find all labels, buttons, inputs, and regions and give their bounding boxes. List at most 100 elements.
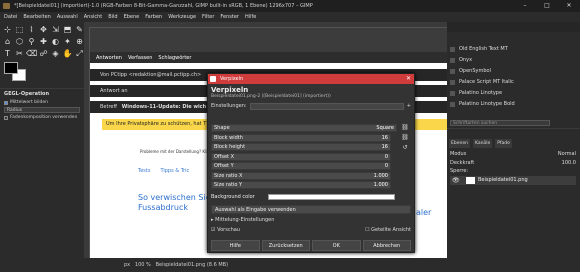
- lock-row: Sperre:: [450, 168, 469, 174]
- size-ratio-x-field[interactable]: Size ratio X 1.000: [211, 172, 391, 180]
- cancel-button[interactable]: Abbrechen: [362, 240, 411, 251]
- ok-button[interactable]: OK: [312, 240, 361, 251]
- presets-select[interactable]: [249, 102, 404, 110]
- crosshair-tool-icon[interactable]: ⊹: [2, 24, 13, 35]
- font-icon: [450, 58, 455, 63]
- layer-item[interactable]: 👁 Beispieldatei01.png: [450, 176, 576, 185]
- radius-slider[interactable]: Radius: [4, 107, 80, 113]
- tool-options-title: GEGL-Operation: [4, 91, 50, 97]
- font-item[interactable]: OpenSymbol: [447, 66, 580, 77]
- warp-icon[interactable]: ⌂: [2, 36, 13, 47]
- tool-options-panel: GEGL-Operation Mittelwert bilden Radius …: [0, 88, 84, 272]
- window-controls: – □ ✕: [514, 0, 580, 12]
- chain-icon[interactable]: ⛓: [401, 134, 409, 141]
- size-ratio-y-field[interactable]: Size ratio Y 1.000: [211, 181, 391, 189]
- reset-button[interactable]: Zurücksetzen: [261, 240, 310, 251]
- help-button[interactable]: Hilfe: [211, 240, 260, 251]
- dock-tabs: [447, 22, 580, 32]
- menu-fenster[interactable]: Fenster: [220, 12, 239, 22]
- dialog-close-button[interactable]: ✕: [406, 74, 411, 84]
- checkbox-icon[interactable]: [4, 115, 8, 120]
- rect-select-icon[interactable]: ⬚: [14, 24, 25, 35]
- lasso-icon[interactable]: ⌇: [26, 24, 37, 35]
- fonts-panel: Old English Text MT Onyx OpenSymbol Pala…: [447, 22, 580, 118]
- eye-icon[interactable]: 👁: [452, 176, 460, 185]
- font-item[interactable]: Palatino Linotype Bold: [447, 99, 580, 110]
- display-problem-text: Probleme mit der Darstellung? Klicken: [140, 149, 217, 154]
- font-icon: [450, 47, 455, 52]
- tab-paths[interactable]: Pfade: [495, 139, 512, 148]
- foreground-select-icon[interactable]: ⬡: [14, 36, 25, 47]
- menu-farben[interactable]: Farben: [145, 12, 162, 22]
- foreground-color[interactable]: [4, 62, 18, 74]
- color-picker-icon[interactable]: ◈: [50, 48, 61, 59]
- move-icon[interactable]: ✥: [38, 24, 49, 35]
- menu-hilfe[interactable]: Hilfe: [245, 12, 256, 22]
- font-item[interactable]: Palace Script MT Italic: [447, 77, 580, 88]
- ruler-vertical: [84, 22, 89, 258]
- smudge-icon[interactable]: ✦: [62, 36, 73, 47]
- font-search-input[interactable]: Schriftarten suchen: [450, 120, 550, 126]
- heal-icon[interactable]: ✚: [38, 36, 49, 47]
- option-average[interactable]: Mittelwert bilden: [0, 99, 84, 106]
- shape-select[interactable]: Shape Square: [211, 124, 397, 132]
- zoom-select[interactable]: 100 %: [135, 262, 151, 268]
- font-item[interactable]: Old English Text MT: [447, 44, 580, 55]
- presets-label: Einstellungen:: [211, 103, 247, 109]
- minimize-button[interactable]: –: [514, 0, 536, 12]
- maximize-button[interactable]: □: [536, 0, 558, 12]
- chain-icon[interactable]: ⛓: [401, 124, 409, 131]
- menu-datei[interactable]: Datei: [4, 12, 17, 22]
- text-tool-icon[interactable]: T: [2, 48, 13, 59]
- menu-werkzeuge[interactable]: Werkzeuge: [168, 12, 196, 22]
- tab-tests: Tests: [138, 168, 151, 174]
- add-preset-icon[interactable]: +: [407, 103, 411, 109]
- dialog-title-bar: Verpixeln ✕: [208, 74, 414, 84]
- checkbox-icon[interactable]: [4, 100, 8, 105]
- mode-select[interactable]: Normal: [558, 151, 576, 157]
- reset-icon[interactable]: ↺: [402, 144, 407, 151]
- menu-filter[interactable]: Filter: [202, 12, 214, 22]
- offset-x-field[interactable]: Offset X0: [211, 153, 391, 161]
- background-color-swatch[interactable]: [268, 194, 395, 200]
- unit-select[interactable]: px: [124, 262, 130, 268]
- offset-y-field[interactable]: Offset Y0: [211, 162, 391, 170]
- split-view-checkbox[interactable]: ☐ Geteilte Ansicht: [365, 227, 411, 233]
- close-button[interactable]: ✕: [558, 0, 580, 12]
- block-height-field[interactable]: Block height 16: [211, 143, 391, 151]
- eraser-icon[interactable]: ⌫: [26, 48, 37, 59]
- menu-ansicht[interactable]: Ansicht: [84, 12, 102, 22]
- hand-icon[interactable]: ✋: [62, 48, 73, 59]
- menu-auswahl[interactable]: Auswahl: [57, 12, 78, 22]
- preview-checkbox[interactable]: ☑ Vorschau: [211, 227, 240, 233]
- dialog-header: Verpixeln Beispieldatei01.png-2 ([Beispi…: [211, 86, 411, 100]
- zoom-icon[interactable]: ⚲: [26, 36, 37, 47]
- menu-ebene[interactable]: Ebene: [124, 12, 140, 22]
- opacity-row: Deckkraft 100.0: [450, 160, 576, 166]
- font-item[interactable]: Onyx: [447, 55, 580, 66]
- dodge-icon[interactable]: ◐: [50, 36, 61, 47]
- font-icon: [450, 102, 455, 107]
- path-icon[interactable]: ☍: [38, 48, 49, 59]
- block-width-field[interactable]: Block width 16: [211, 134, 391, 142]
- background-color-row: Background color: [211, 193, 401, 201]
- font-icon: [450, 69, 455, 74]
- font-item[interactable]: Palatino Linotype: [447, 88, 580, 99]
- preview-row: ☑ Vorschau ☐ Geteilte Ansicht: [211, 227, 411, 233]
- title-bar: *[Beispieldatei01] (importiert)-1.0 (RGB…: [0, 0, 580, 12]
- color-swatches[interactable]: [4, 62, 34, 86]
- menu-bild[interactable]: Bild: [108, 12, 117, 22]
- menu-bearbeiten[interactable]: Bearbeiten: [23, 12, 50, 22]
- option-fade[interactable]: Fadenkomposition verwenden: [0, 114, 84, 121]
- ruler-horizontal: [84, 22, 447, 27]
- tab-layers[interactable]: Ebenen: [449, 139, 470, 148]
- layer-dock-tabs: Ebenen Kanäle Pfade: [447, 139, 580, 148]
- fill-icon[interactable]: ⬒: [62, 24, 73, 35]
- blending-options-expander[interactable]: ▸ Mittelung-Einstellungen: [211, 217, 274, 223]
- scale-icon[interactable]: ⇲: [50, 24, 61, 35]
- tab-channels[interactable]: Kanäle: [472, 139, 493, 148]
- email-header-bg: [90, 28, 447, 52]
- input-combo[interactable]: Auswahl als Eingabe verwenden: [211, 205, 411, 214]
- scissors-icon[interactable]: ✂: [14, 48, 25, 59]
- opacity-field[interactable]: 100.0: [562, 160, 576, 166]
